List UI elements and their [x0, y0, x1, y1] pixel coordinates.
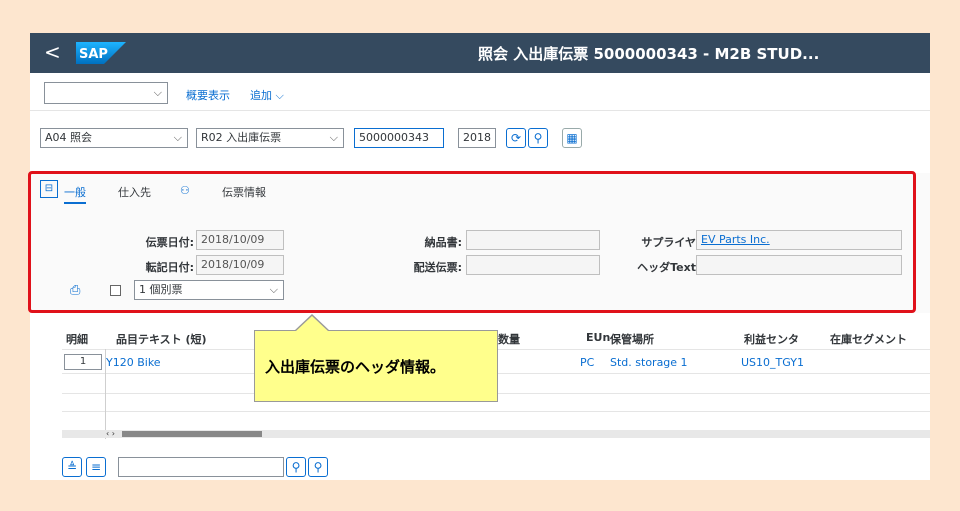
toolbar: ⌵ 概要表示 追加 ⌵ [30, 73, 930, 111]
column-header-material-text[interactable]: 品目テキスト (短) [116, 331, 207, 347]
variant-dropdown[interactable]: ⌵ [44, 82, 168, 104]
search-next-icon: ⚲ [313, 460, 323, 474]
material-text-cell[interactable]: Y120 Bike [106, 356, 161, 369]
refresh-button[interactable]: ⟳ [506, 128, 526, 148]
sap-logo: SAP [76, 42, 126, 64]
header-highlight-frame [28, 171, 916, 313]
unit-cell: PC [580, 356, 595, 369]
column-header-stock-segment[interactable]: 在庫セグメント [830, 331, 907, 347]
column-header-item[interactable]: 明細 [66, 331, 88, 347]
column-header-profit-center[interactable]: 利益センタ [744, 331, 799, 347]
callout-box: 入出庫伝票のヘッダ情報。 [254, 330, 498, 402]
back-arrow-icon[interactable]: < [44, 41, 61, 63]
add-button-label: 追加 [250, 89, 272, 102]
refresh-icon: ⟳ [510, 131, 522, 145]
column-header-unit[interactable]: EUn [586, 331, 610, 344]
scroll-arrows-icon[interactable]: ‹ › [106, 429, 115, 438]
deselect-all-button[interactable]: ≡ [86, 457, 106, 477]
chevron-down-icon: ⌵ [275, 89, 284, 102]
add-button[interactable]: 追加 ⌵ [250, 87, 284, 103]
collapse-header-icon[interactable]: ⊟ [40, 180, 58, 198]
list-icon: ▦ [566, 131, 578, 145]
table-search-button[interactable]: ⚲ [286, 457, 306, 477]
page-title: 照会 入出庫伝票 5000000343 - M2B STUD... [478, 45, 820, 63]
deselect-all-icon: ≡ [90, 460, 102, 474]
table-divider [62, 411, 930, 412]
search-icon: ⚲ [533, 131, 543, 145]
table-search-next-button[interactable]: ⚲ [308, 457, 328, 477]
column-header-storage-location[interactable]: 保管場所 [610, 331, 654, 347]
item-number-field[interactable]: 1 [64, 354, 102, 370]
year-input[interactable]: 2018 [458, 128, 496, 148]
chevron-down-icon: ⌵ [153, 86, 162, 99]
document-number-input[interactable]: 5000000343 [354, 128, 444, 148]
table-search-input[interactable] [118, 457, 284, 477]
column-header-quantity[interactable]: 数量 [498, 331, 520, 347]
select-all-icon: ≜ [66, 460, 78, 474]
shell-bar: < SAP 照会 入出庫伝票 5000000343 - M2B STUD... [30, 33, 930, 73]
callout-pointer-fill [296, 316, 328, 331]
document-type-select-value: R02 入出庫伝票 [201, 131, 282, 144]
action-select-value: A04 照会 [45, 131, 93, 144]
search-button[interactable]: ⚲ [528, 128, 548, 148]
overview-button[interactable]: 概要表示 [186, 87, 230, 103]
scrollbar-thumb[interactable] [122, 431, 262, 437]
chevron-down-icon: ⌵ [329, 131, 338, 144]
document-type-select[interactable]: R02 入出庫伝票 ⌵ [196, 128, 344, 148]
list-button[interactable]: ▦ [562, 128, 582, 148]
storage-location-cell: Std. storage 1 [610, 356, 688, 369]
search-icon: ⚲ [291, 460, 301, 474]
select-all-button[interactable]: ≜ [62, 457, 82, 477]
action-select[interactable]: A04 照会 ⌵ [40, 128, 188, 148]
sap-logo-text: SAP [79, 47, 108, 62]
chevron-down-icon: ⌵ [173, 131, 182, 144]
profit-center-cell: US10_TGY1 [741, 356, 804, 369]
